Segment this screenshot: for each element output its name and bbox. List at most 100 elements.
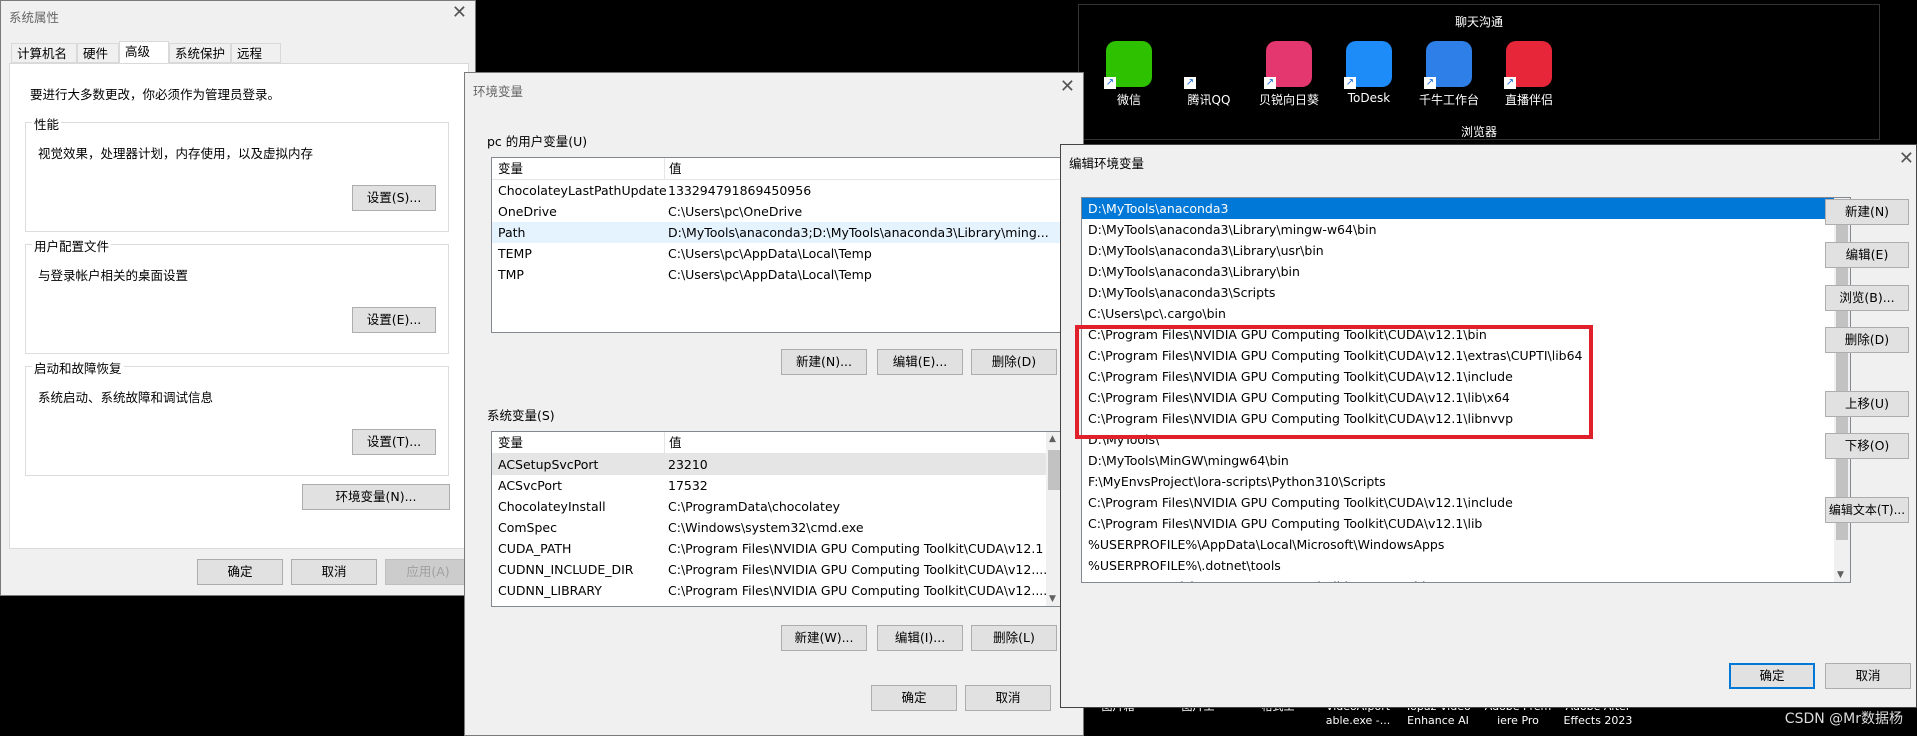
path-entry[interactable]: D:\MyTools\anaconda3 bbox=[1082, 198, 1834, 219]
edit-text-button[interactable]: 编辑文本(T)... bbox=[1825, 497, 1909, 523]
column-header-value[interactable]: 值 bbox=[664, 432, 682, 453]
shortcut-arrow-icon: ↗ bbox=[1424, 77, 1436, 89]
environment-variables-button[interactable]: 环境变量(N)... bbox=[302, 484, 450, 510]
scroll-down-icon[interactable]: ▼ bbox=[1837, 570, 1844, 580]
performance-settings-button[interactable]: 设置(S)... bbox=[352, 185, 436, 211]
tab-advanced[interactable]: 高级 bbox=[119, 41, 169, 65]
table-row[interactable]: TMP C:\Users\pc\AppData\Local\Temp bbox=[492, 264, 1062, 285]
close-icon[interactable]: ✕ bbox=[1060, 77, 1075, 97]
desktop-shortcut[interactable]: ↗ 腾讯QQ bbox=[1179, 41, 1239, 108]
path-entry[interactable]: D:\MyTools\MinGW\mingw64\bin bbox=[1082, 450, 1834, 471]
variable-value: C:\Windows\system32\cmd.exe bbox=[668, 520, 864, 535]
system-new-button[interactable]: 新建(W)... bbox=[781, 625, 867, 651]
column-header-value[interactable]: 值 bbox=[664, 158, 682, 179]
wechat-icon[interactable]: ↗ bbox=[1104, 41, 1152, 89]
path-entry[interactable]: D:\MyTools\anaconda3\Library\bin bbox=[1082, 261, 1834, 282]
shortcut-arrow-icon: ↗ bbox=[1184, 77, 1196, 89]
table-row[interactable]: ComSpec C:\Windows\system32\cmd.exe bbox=[492, 517, 1046, 538]
user-profile-legend: 用户配置文件 bbox=[32, 236, 112, 255]
tab-remote[interactable]: 远程 bbox=[231, 43, 281, 63]
system-edit-button[interactable]: 编辑(I)... bbox=[877, 625, 963, 651]
move-up-button[interactable]: 上移(U) bbox=[1825, 391, 1909, 417]
qianniu-icon[interactable]: ↗ bbox=[1424, 41, 1472, 89]
delete-button[interactable]: 删除(D) bbox=[1825, 327, 1909, 353]
variable-value: C:\Users\pc\AppData\Local\Temp bbox=[668, 246, 872, 261]
user-vars-label: pc 的用户变量(U) bbox=[487, 134, 588, 149]
desktop-shortcut[interactable]: ↗ ToDesk bbox=[1339, 41, 1399, 105]
sunflower-icon[interactable]: ↗ bbox=[1264, 41, 1312, 89]
table-row[interactable]: ACSetupSvcPort 23210 bbox=[492, 454, 1046, 475]
window-title: 系统属性 bbox=[9, 10, 60, 25]
move-down-button[interactable]: 下移(O) bbox=[1825, 433, 1909, 459]
user-new-button[interactable]: 新建(N)... bbox=[781, 349, 867, 375]
browse-button[interactable]: 浏览(B)... bbox=[1825, 285, 1909, 311]
column-header-variable[interactable]: 变量 bbox=[498, 158, 523, 179]
performance-desc: 视觉效果，处理器计划，内存使用，以及虚拟内存 bbox=[38, 146, 314, 161]
new-button[interactable]: 新建(N) bbox=[1825, 199, 1909, 225]
cancel-button[interactable]: 取消 bbox=[1825, 663, 1911, 689]
path-entry[interactable]: C:\Program Files\NVIDIA GPU Computing To… bbox=[1082, 513, 1834, 534]
path-entry[interactable]: F:\MyEnvsProject\lora-scripts\Python310\… bbox=[1082, 471, 1834, 492]
tab-computer-name[interactable]: 计算机名 bbox=[11, 43, 77, 63]
livestream-icon[interactable]: ↗ bbox=[1504, 41, 1552, 89]
user-profile-settings-button[interactable]: 设置(E)... bbox=[352, 307, 436, 333]
edit-button[interactable]: 编辑(E) bbox=[1825, 242, 1909, 268]
table-row[interactable]: ChocolateyLastPathUpdate 133294791869450… bbox=[492, 180, 1062, 201]
scroll-up-icon[interactable]: ▲ bbox=[1049, 434, 1056, 444]
user-edit-button[interactable]: 编辑(E)... bbox=[877, 349, 963, 375]
tab-system-protection[interactable]: 系统保护 bbox=[169, 43, 231, 63]
system-properties-window: 系统属性 ✕ 计算机名 硬件 高级 系统保护 远程 要进行大多数更改，你必须作为… bbox=[0, 0, 476, 596]
highlight-box bbox=[1075, 325, 1593, 439]
user-profile-desc: 与登录帐户相关的桌面设置 bbox=[38, 268, 189, 283]
ok-button[interactable]: 确定 bbox=[1729, 663, 1815, 689]
path-entry[interactable]: C:\Users\pc\.cargo\bin bbox=[1082, 303, 1834, 324]
user-profile-group: 用户配置文件 与登录帐户相关的桌面设置 设置(E)... bbox=[25, 236, 449, 354]
column-header-variable[interactable]: 变量 bbox=[498, 432, 523, 453]
desktop-shortcut[interactable]: ↗ 微信 bbox=[1099, 41, 1159, 108]
path-entry[interactable]: D:\MyTools\anaconda3\Library\mingw-w64\b… bbox=[1082, 219, 1834, 240]
variable-value: D:\MyTools\anaconda3;D:\MyTools\anaconda… bbox=[668, 225, 1049, 240]
desktop-shortcut[interactable]: ↗ 贝锐向日葵 bbox=[1259, 41, 1319, 108]
path-entry[interactable]: D:\MyTools\anaconda3\Library\usr\bin bbox=[1082, 240, 1834, 261]
table-row[interactable]: CUDA_PATH C:\Program Files\NVIDIA GPU Co… bbox=[492, 538, 1046, 559]
variable-value: C:\Users\pc\AppData\Local\Temp bbox=[668, 267, 872, 282]
ok-button[interactable]: 确定 bbox=[197, 559, 283, 585]
variable-value: 17532 bbox=[668, 478, 708, 493]
table-row[interactable]: ACSvcPort 17532 bbox=[492, 475, 1046, 496]
scroll-down-icon[interactable]: ▼ bbox=[1049, 594, 1056, 604]
close-icon[interactable]: ✕ bbox=[1899, 149, 1914, 169]
variable-value: C:\Program Files\NVIDIA GPU Computing To… bbox=[668, 562, 1048, 577]
table-row[interactable]: CUDNN_INCLUDE_DIR C:\Program Files\NVIDI… bbox=[492, 559, 1048, 580]
system-vars-table[interactable]: 变量 值 ACSetupSvcPort 23210 ACSvcPort 1753… bbox=[491, 431, 1063, 607]
scroll-thumb[interactable] bbox=[1048, 450, 1060, 490]
user-vars-table[interactable]: 变量 值 ChocolateyLastPathUpdate 1332947918… bbox=[491, 157, 1063, 333]
table-row[interactable]: ChocolateyInstall C:\ProgramData\chocola… bbox=[492, 496, 1046, 517]
user-delete-button[interactable]: 删除(D) bbox=[971, 349, 1057, 375]
shortcut-label: 千牛工作台 bbox=[1419, 93, 1480, 107]
path-entry[interactable]: %USERPROFILE%\AppData\Local\Microsoft\Wi… bbox=[1082, 534, 1834, 555]
cancel-button[interactable]: 取消 bbox=[965, 685, 1051, 711]
variable-name: ACSetupSvcPort bbox=[498, 457, 599, 472]
desktop-shortcut[interactable]: ↗ 直播伴侣 bbox=[1499, 41, 1559, 108]
close-icon[interactable]: ✕ bbox=[452, 3, 467, 23]
startup-recovery-settings-button[interactable]: 设置(T)... bbox=[352, 429, 436, 455]
tab-hardware[interactable]: 硬件 bbox=[77, 43, 119, 63]
qq-icon[interactable]: ↗ bbox=[1184, 41, 1232, 89]
table-row[interactable]: Path D:\MyTools\anaconda3;D:\MyTools\ana… bbox=[492, 222, 1062, 243]
variable-name: Path bbox=[498, 225, 526, 240]
system-delete-button[interactable]: 删除(L) bbox=[971, 625, 1057, 651]
variable-value: C:\ProgramData\chocolatey bbox=[668, 499, 841, 514]
path-entry[interactable]: H:\Computer Vision\CV_GPU\opencv\build\x… bbox=[1082, 576, 1834, 582]
desktop-shortcut[interactable]: ↗ 千牛工作台 bbox=[1419, 41, 1479, 108]
shortcut-label: 腾讯QQ bbox=[1187, 93, 1231, 107]
cancel-button[interactable]: 取消 bbox=[291, 559, 377, 585]
path-entry[interactable]: C:\Program Files\NVIDIA GPU Computing To… bbox=[1082, 492, 1834, 513]
table-row[interactable]: CUDNN_LIBRARY C:\Program Files\NVIDIA GP… bbox=[492, 580, 1047, 601]
path-entry[interactable]: %USERPROFILE%\.dotnet\tools bbox=[1082, 555, 1834, 576]
path-entry[interactable]: D:\MyTools\anaconda3\Scripts bbox=[1082, 282, 1834, 303]
apply-button[interactable]: 应用(A) bbox=[385, 559, 471, 585]
ok-button[interactable]: 确定 bbox=[871, 685, 957, 711]
table-row[interactable]: OneDrive C:\Users\pc\OneDrive bbox=[492, 201, 1062, 222]
todesk-icon[interactable]: ↗ bbox=[1344, 41, 1392, 89]
table-row[interactable]: TEMP C:\Users\pc\AppData\Local\Temp bbox=[492, 243, 1062, 264]
